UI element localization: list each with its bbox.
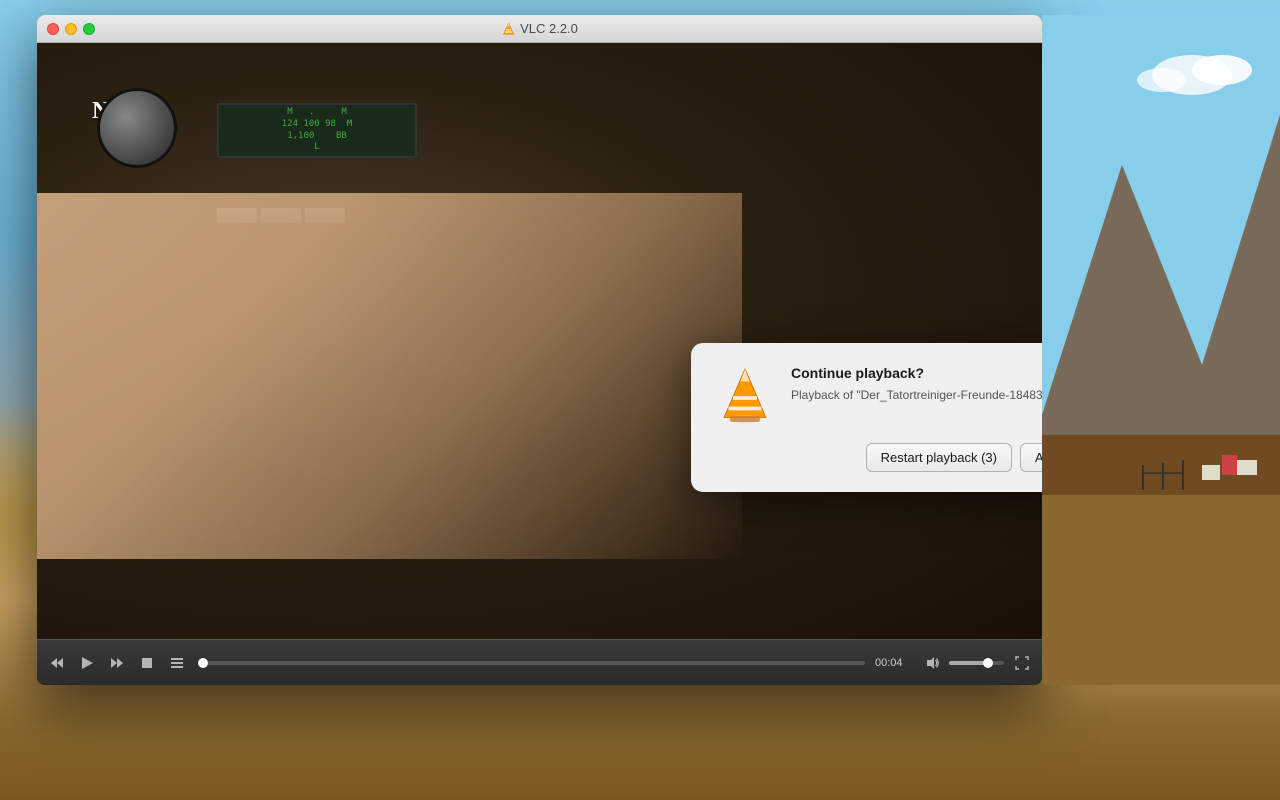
playlist-button[interactable] (165, 652, 189, 674)
time-display: 00:04 (875, 657, 915, 669)
dialog-text: Continue playback? Playback of "Der_Tato… (791, 365, 1042, 404)
stop-icon (140, 656, 154, 670)
play-icon (80, 656, 94, 670)
vlc-window: VLC 2.2.0 NDR M . M 124 100 98 M 1,100 B… (37, 15, 1042, 685)
controls-bar: 00:04 (37, 639, 1042, 685)
volume-slider[interactable] (949, 661, 1004, 665)
always-continue-button[interactable]: Always continue (1020, 443, 1042, 472)
rewind-button[interactable] (45, 652, 69, 674)
right-landscape (1042, 15, 1280, 685)
radio-knob (97, 88, 177, 168)
restart-playback-button[interactable]: Restart playback (3) (866, 443, 1012, 472)
continue-dialog: Continue playback? Playback of "Der_Tato… (691, 343, 1042, 492)
video-frame: NDR M . M 124 100 98 M 1,100 BB L (37, 43, 1042, 639)
fast-forward-button[interactable] (105, 652, 129, 674)
fast-forward-icon (110, 656, 124, 670)
vlc-cone-icon (715, 365, 775, 425)
playlist-icon (170, 656, 184, 670)
hand-overlay (37, 193, 742, 559)
window-title: VLC 2.2.0 (501, 21, 578, 36)
minimize-button[interactable] (65, 23, 77, 35)
fullscreen-button[interactable] (1010, 652, 1034, 674)
volume-control (921, 652, 1004, 674)
dialog-message: Playback of "Der_Tatortreiniger-Freunde-… (791, 387, 1042, 404)
volume-handle (983, 658, 993, 668)
fullscreen-icon (1015, 656, 1029, 670)
radio-display: M . M 124 100 98 M 1,100 BB L (217, 103, 417, 158)
volume-button[interactable] (921, 652, 945, 674)
vlc-title-icon (501, 22, 515, 36)
title-bar: VLC 2.2.0 (37, 15, 1042, 43)
progress-handle (198, 658, 208, 668)
dialog-buttons: Restart playback (3) Always continue Con… (715, 443, 1042, 472)
play-button[interactable] (75, 652, 99, 674)
dialog-body: Continue playback? Playback of "Der_Tato… (715, 365, 1042, 425)
stop-button[interactable] (135, 652, 159, 674)
close-button[interactable] (47, 23, 59, 35)
radio-display-text: M . M 124 100 98 M 1,100 BB L (282, 107, 352, 154)
dialog-title: Continue playback? (791, 365, 1042, 381)
landscape-svg (1042, 15, 1280, 685)
progress-bar[interactable] (199, 661, 865, 665)
traffic-lights (47, 23, 95, 35)
maximize-button[interactable] (83, 23, 95, 35)
rewind-icon (50, 656, 64, 670)
volume-icon (926, 656, 940, 670)
video-area: NDR M . M 124 100 98 M 1,100 BB L (37, 43, 1042, 639)
